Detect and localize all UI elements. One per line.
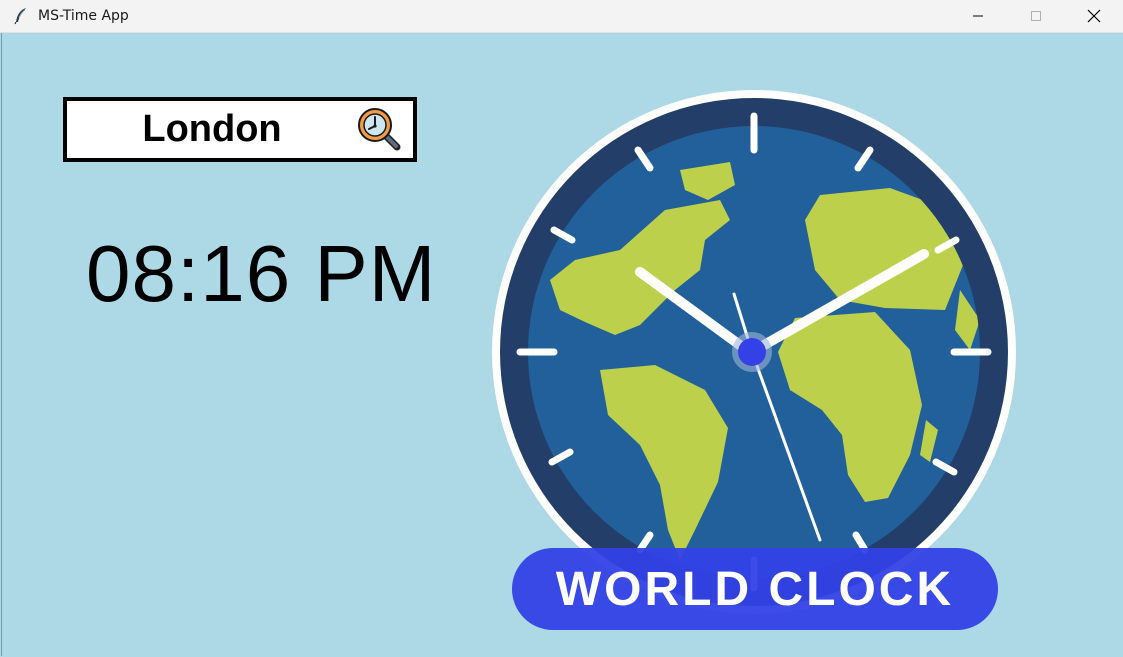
clock-search-icon	[358, 108, 401, 151]
feather-icon	[13, 8, 29, 25]
city-search-input[interactable]	[67, 101, 357, 158]
window-controls	[949, 0, 1123, 32]
city-search-box	[63, 97, 417, 162]
close-button[interactable]	[1065, 0, 1123, 32]
maximize-button[interactable]	[1007, 0, 1065, 32]
world-clock-banner: WORLD CLOCK	[556, 563, 954, 616]
world-clock-image: WORLD CLOCK	[492, 90, 1016, 630]
maximize-icon	[1031, 11, 1041, 21]
search-button[interactable]	[356, 106, 404, 154]
minimize-button[interactable]	[949, 0, 1007, 32]
title-bar: MS-Time App	[0, 0, 1123, 33]
close-icon	[1087, 9, 1101, 23]
current-time: 08:16 PM	[86, 229, 437, 318]
window-title: MS-Time App	[38, 8, 129, 24]
minimize-icon	[973, 15, 983, 17]
